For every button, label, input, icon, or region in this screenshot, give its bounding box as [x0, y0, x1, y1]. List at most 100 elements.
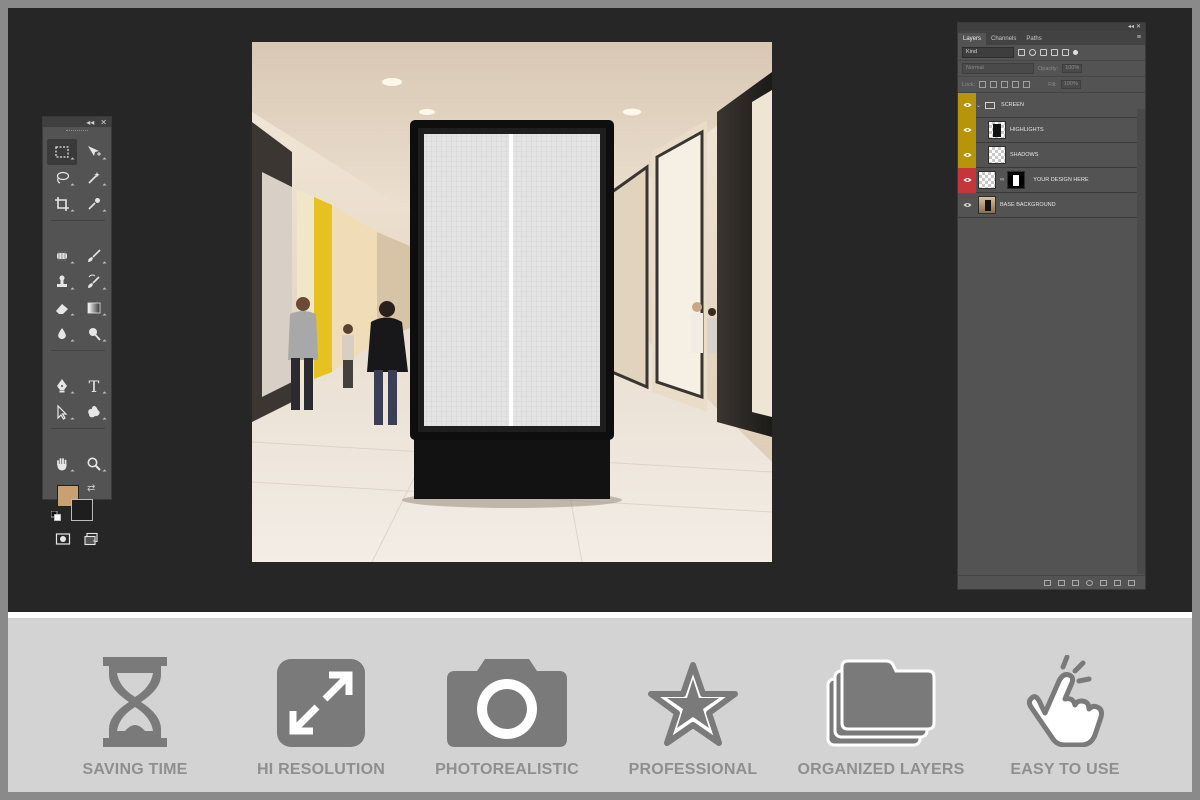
tab-layers[interactable]: Layers	[958, 33, 987, 45]
layers-footer	[958, 575, 1145, 589]
collapse-icon[interactable]: ◂◂	[1128, 23, 1134, 30]
lock-row: Lock: Fill: 100%	[958, 77, 1145, 93]
layer-style-icon[interactable]	[1058, 579, 1065, 586]
visibility-toggle[interactable]	[958, 142, 976, 168]
lock-transparent-icon[interactable]	[979, 81, 987, 88]
filter-toggle-icon[interactable]	[1073, 50, 1078, 55]
history-brush-tool-icon[interactable]	[79, 269, 109, 295]
brush-tool-icon[interactable]	[79, 243, 109, 269]
lasso-tool-icon[interactable]	[47, 165, 77, 191]
feature-label: ORGANIZED LAYERS	[797, 761, 965, 778]
feature-label: EASY TO USE	[1010, 761, 1120, 778]
swap-colors-icon[interactable]: ⇄	[87, 483, 95, 494]
close-icon[interactable]: ✕	[1136, 23, 1141, 30]
default-colors-icon[interactable]	[51, 511, 61, 521]
feature-label: PHOTOREALISTIC	[435, 761, 579, 778]
background-color-swatch[interactable]	[71, 499, 93, 521]
eyedropper-tool-icon[interactable]	[79, 191, 109, 217]
opacity-field[interactable]: 100%	[1062, 64, 1083, 73]
layer-name: SCREEN	[1001, 102, 1024, 108]
layer-name: HIGHLIGHTS	[1010, 127, 1044, 133]
visibility-toggle[interactable]	[958, 92, 976, 118]
camera-icon	[447, 659, 567, 747]
add-mask-icon[interactable]	[1072, 579, 1079, 586]
layers-scrollbar[interactable]	[1137, 109, 1145, 574]
shape-filter-icon[interactable]	[1051, 49, 1058, 56]
zoom-tool-icon[interactable]	[79, 451, 109, 477]
clone-stamp-tool-icon[interactable]	[47, 269, 77, 295]
quick-mask-icon[interactable]	[55, 531, 71, 547]
document-canvas[interactable]	[252, 42, 772, 562]
hand-tool-icon[interactable]	[47, 451, 77, 477]
blend-row: Normal Opacity: 100%	[958, 61, 1145, 77]
type-tool-icon[interactable]: T	[79, 373, 109, 399]
layer-row-your-design-here[interactable]: ∞ YOUR DESIGN HERE	[958, 167, 1138, 193]
tap-hand-icon	[1026, 655, 1104, 747]
smart-object-filter-icon[interactable]	[1062, 49, 1069, 56]
feature-hi-resolution: HI RESOLUTION	[226, 655, 416, 779]
tool-separator	[51, 428, 105, 429]
visibility-toggle[interactable]	[958, 193, 976, 218]
path-selection-tool-icon[interactable]	[47, 399, 77, 425]
lock-position-icon[interactable]	[1001, 81, 1009, 88]
eraser-tool-icon[interactable]	[47, 295, 77, 321]
custom-shape-tool-icon[interactable]	[79, 399, 109, 425]
dodge-tool-icon[interactable]	[79, 321, 109, 347]
close-icon[interactable]: ✕	[100, 118, 107, 127]
digital-kiosk-mockup	[402, 120, 622, 508]
panel-menu-icon[interactable]: ≡	[1137, 34, 1141, 41]
lock-all-icon[interactable]	[1023, 81, 1031, 88]
chevron-down-icon[interactable]: ⌄	[976, 102, 981, 109]
blur-tool-icon[interactable]	[47, 321, 77, 347]
layer-row-shadows[interactable]: SHADOWS	[958, 142, 1138, 168]
fill-field[interactable]: 100%	[1060, 80, 1081, 89]
panel-tabs: Layers Channels Paths ≡	[958, 31, 1145, 45]
feature-photorealistic: PHOTOREALISTIC	[412, 655, 602, 779]
collapse-icon[interactable]: ◂◂	[86, 118, 94, 127]
tab-channels[interactable]: Channels	[986, 33, 1021, 45]
delete-layer-icon[interactable]	[1128, 579, 1135, 586]
visibility-toggle[interactable]	[958, 167, 976, 193]
eye-icon	[963, 203, 971, 207]
tool-separator	[51, 220, 105, 221]
pen-tool-icon[interactable]	[47, 373, 77, 399]
pixel-filter-icon[interactable]	[1018, 49, 1025, 56]
toolbox-header: ◂◂ ✕	[43, 117, 111, 127]
rectangular-marquee-tool-icon[interactable]	[47, 139, 77, 165]
eye-icon	[963, 128, 971, 132]
spot-healing-tool-icon[interactable]	[47, 243, 77, 269]
hourglass-icon	[103, 657, 167, 747]
new-group-icon[interactable]	[1100, 579, 1107, 586]
lock-artboard-icon[interactable]	[1012, 81, 1020, 88]
layer-row-highlights[interactable]: HIGHLIGHTS	[958, 117, 1138, 143]
layer-row-base-background[interactable]: BASE BACKGROUND	[958, 193, 1138, 218]
link-layers-icon[interactable]	[1044, 579, 1051, 586]
feature-label: PROFESSIONAL	[628, 761, 758, 778]
adjustment-filter-icon[interactable]	[1029, 49, 1036, 56]
smart-object-thumbnail	[978, 171, 996, 189]
visibility-toggle[interactable]	[958, 117, 976, 143]
crop-tool-icon[interactable]	[47, 191, 77, 217]
move-tool-icon[interactable]	[79, 139, 109, 165]
layer-name: SHADOWS	[1010, 152, 1039, 158]
type-filter-icon[interactable]	[1040, 49, 1047, 56]
gradient-tool-icon[interactable]	[79, 295, 109, 321]
toolbox-grip[interactable]	[43, 127, 111, 135]
feature-professional: PROFESSIONAL	[598, 655, 788, 779]
link-icon[interactable]: ∞	[1000, 177, 1004, 183]
feature-easy-to-use: EASY TO USE	[970, 655, 1160, 779]
layers-panel-header: ◂◂ ✕	[958, 23, 1145, 31]
adjustment-layer-icon[interactable]	[1086, 579, 1093, 586]
filter-kind-select[interactable]: Kind	[962, 47, 1014, 58]
magic-wand-tool-icon[interactable]	[79, 165, 109, 191]
screen-mode-icon[interactable]	[83, 531, 99, 547]
blend-mode-select[interactable]: Normal	[962, 63, 1034, 74]
toolbox-panel: ◂◂ ✕ T ⇄	[42, 116, 112, 546]
lock-image-icon[interactable]	[990, 81, 998, 88]
tab-paths[interactable]: Paths	[1021, 33, 1046, 45]
new-layer-icon[interactable]	[1114, 579, 1121, 586]
eye-icon	[963, 153, 971, 157]
mall-mockup-photo	[252, 42, 772, 562]
lock-label: Lock:	[962, 81, 976, 88]
layer-row-screen[interactable]: ⌄ SCREEN	[958, 92, 1138, 118]
